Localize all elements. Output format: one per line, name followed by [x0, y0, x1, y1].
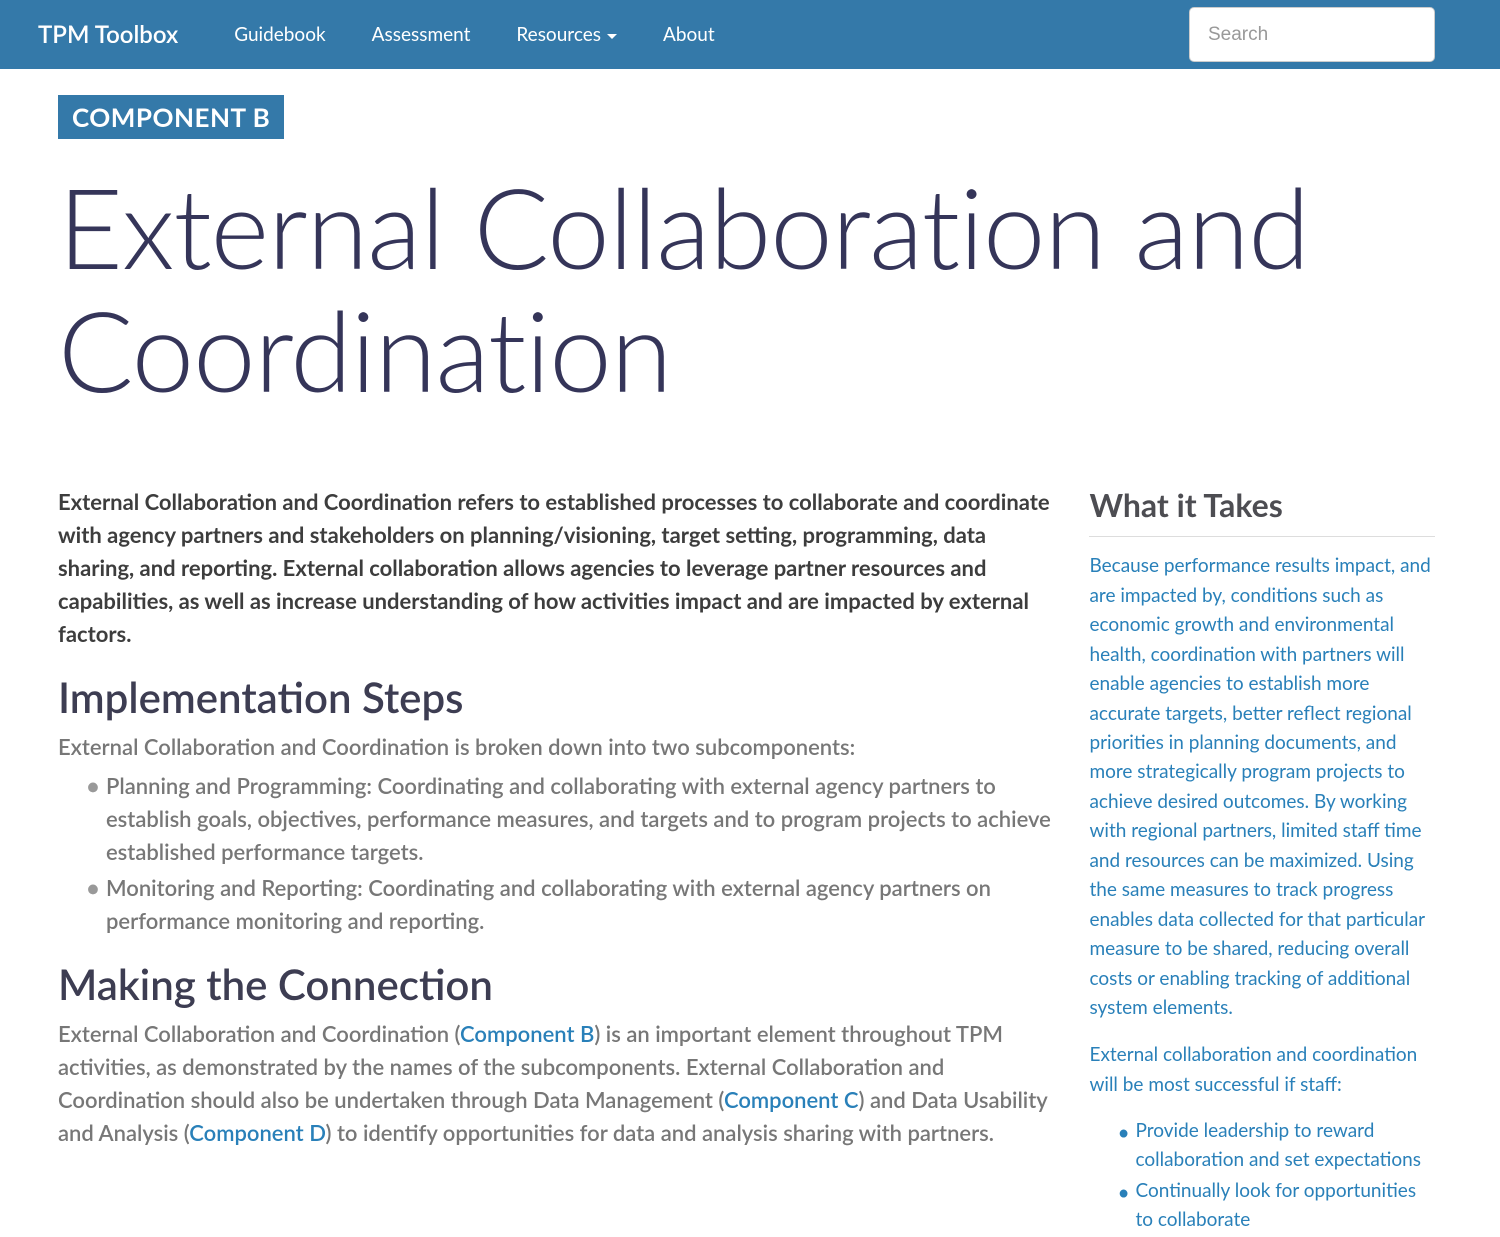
sidebar: What it Takes Because performance result…	[1089, 485, 1435, 1237]
list-item: Monitoring and Reporting: Coordinating a…	[86, 871, 1054, 937]
search-input[interactable]	[1189, 7, 1435, 62]
sidebar-para1: Because performance results impact, and …	[1089, 551, 1435, 1022]
sidebar-heading: What it Takes	[1089, 485, 1435, 537]
list-item: Provide leadership to reward collaborati…	[1117, 1117, 1435, 1174]
sidebar-bullets: Provide leadership to reward collaborati…	[1089, 1117, 1435, 1234]
list-item: Planning and Programming: Coordinating a…	[86, 769, 1054, 868]
connection-heading: Making the Connection	[58, 959, 1054, 1009]
page-title: External Collaboration and Coordination	[58, 164, 1442, 410]
link-component-b[interactable]: Component B	[460, 1020, 594, 1047]
implementation-sub: External Collaboration and Coordination …	[58, 730, 1054, 763]
content-row: External Collaboration and Coordination …	[58, 485, 1442, 1237]
main-column: External Collaboration and Coordination …	[58, 485, 1054, 1237]
component-label: COMPONENT B	[58, 95, 284, 139]
nav-assessment[interactable]: Assessment	[354, 13, 489, 56]
text-span: ) to identify opportunities for data and…	[326, 1119, 994, 1146]
nav-guidebook[interactable]: Guidebook	[216, 13, 343, 56]
brand-title[interactable]: TPM Toolbox	[20, 20, 196, 49]
main-container: COMPONENT B External Collaboration and C…	[40, 69, 1460, 1237]
sidebar-para2: External collaboration and coordination …	[1089, 1040, 1435, 1099]
connection-text: External Collaboration and Coordination …	[58, 1017, 1054, 1149]
link-component-d[interactable]: Component D	[189, 1119, 325, 1146]
implementation-bullets: Planning and Programming: Coordinating a…	[58, 769, 1054, 937]
header: TPM Toolbox Guidebook Assessment Resourc…	[0, 0, 1500, 69]
implementation-heading: Implementation Steps	[58, 672, 1054, 722]
nav-right	[1189, 7, 1480, 62]
nav-about[interactable]: About	[645, 13, 733, 56]
text-span: External Collaboration and Coordination …	[58, 1020, 460, 1047]
link-component-c[interactable]: Component C	[724, 1086, 859, 1113]
list-item: Continually look for opportunities to co…	[1117, 1177, 1435, 1234]
nav-resources[interactable]: Resources	[498, 13, 635, 56]
nav-left: TPM Toolbox Guidebook Assessment Resourc…	[20, 13, 733, 56]
intro-text: External Collaboration and Coordination …	[58, 485, 1054, 650]
